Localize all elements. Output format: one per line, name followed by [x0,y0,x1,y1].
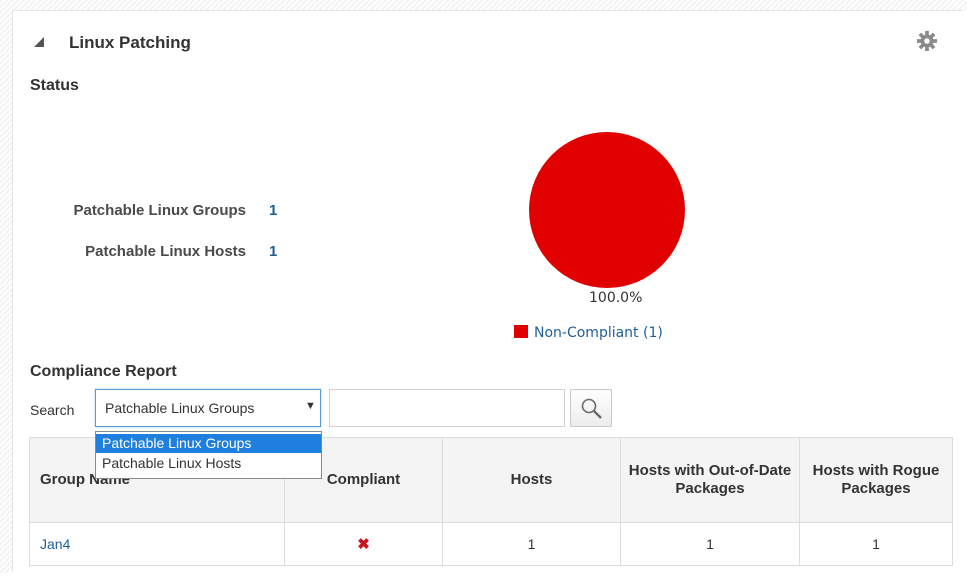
column-header-hosts[interactable]: Hosts [442,437,621,523]
stat-value-link[interactable]: 1 [269,243,277,260]
group-name-link[interactable]: Jan4 [29,522,285,566]
stat-label: Patchable Linux Hosts [85,243,246,260]
search-label: Search [30,402,75,418]
search-button[interactable] [570,389,612,427]
hosts-cell: 1 [442,522,621,566]
compliance-pie-chart [529,132,685,288]
gear-icon[interactable] [916,30,938,52]
legend-swatch [514,325,528,338]
background-hatch-top [0,0,967,10]
compliant-cell: ✖ [284,522,443,566]
stat-patchable-groups: Patchable Linux Groups 1 [39,202,277,219]
panel-title: Linux Patching [69,33,191,52]
legend-label: Non-Compliant (1) [534,325,663,341]
search-scope-dropdown-list: Patchable Linux Groups Patchable Linux H… [95,431,322,479]
dropdown-option-groups[interactable]: Patchable Linux Groups [96,434,321,453]
search-scope-select[interactable]: Patchable Linux Groups ▼ [95,389,321,427]
background-hatch-left [0,0,12,573]
chevron-down-icon: ▼ [305,400,316,412]
dropdown-option-hosts[interactable]: Patchable Linux Hosts [96,454,321,473]
stat-patchable-hosts: Patchable Linux Hosts 1 [39,243,277,260]
collapse-triangle-icon[interactable] [34,37,44,47]
column-header-rogue[interactable]: Hosts with Rogue Packages [799,437,953,523]
table-row: Jan4 ✖ 1 1 1 [29,522,953,566]
stat-value-link[interactable]: 1 [269,202,277,219]
panel-header: Linux Patching [13,29,963,55]
stat-label: Patchable Linux Groups [73,202,246,219]
x-mark-icon: ✖ [357,536,370,553]
out-of-date-cell: 1 [620,522,800,566]
search-icon [581,398,602,419]
legend-non-compliant[interactable]: Non-Compliant (1) [514,325,663,341]
pie-percent-label: 100.0% [589,290,643,306]
pie-slice-non-compliant[interactable] [529,132,685,288]
select-value: Patchable Linux Groups [105,400,255,416]
compliance-report-title: Compliance Report [30,363,177,380]
column-header-out-of-date[interactable]: Hosts with Out-of-Date Packages [620,437,800,523]
linux-patching-panel: Linux Patching Status Patchable Linux Gr… [12,10,963,571]
status-section-title: Status [30,77,79,94]
rogue-cell: 1 [799,522,953,566]
search-input[interactable] [329,389,565,427]
